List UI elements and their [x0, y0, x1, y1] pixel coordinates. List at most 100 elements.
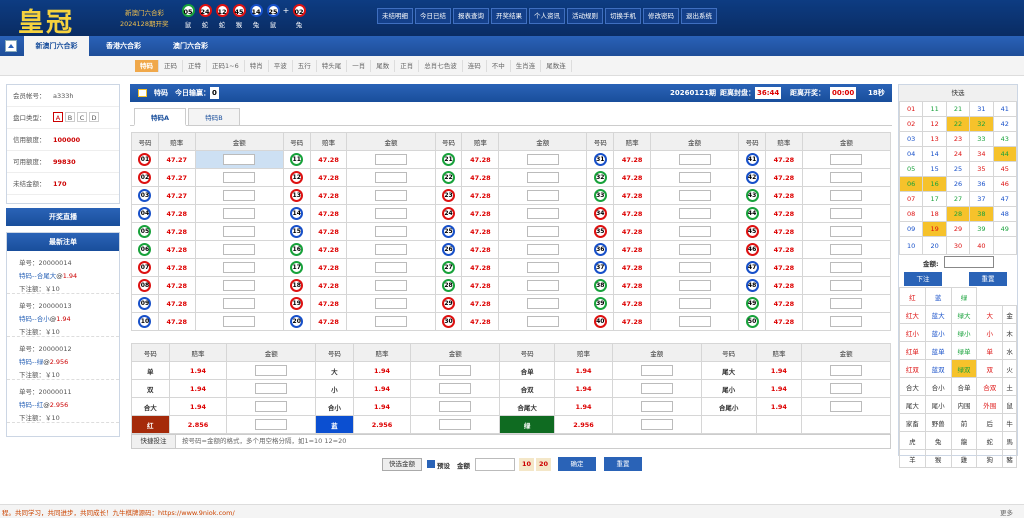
sub-tab[interactable]: 尾数连: [541, 60, 572, 72]
amount-input[interactable]: [526, 244, 559, 255]
amount-input[interactable]: [223, 262, 256, 273]
option-amount-input[interactable]: [640, 383, 673, 394]
amount-input[interactable]: [374, 316, 407, 327]
amount-input[interactable]: [830, 208, 863, 219]
number-ball[interactable]: 06: [138, 243, 152, 256]
group-option[interactable]: 家畜: [899, 413, 926, 432]
quick-number[interactable]: 29: [945, 221, 971, 237]
sub-tab[interactable]: 尾数: [371, 60, 396, 72]
option-amount-input[interactable]: [830, 383, 863, 394]
number-ball[interactable]: 46: [745, 243, 759, 256]
group-option[interactable]: 前: [950, 413, 978, 432]
number-ball[interactable]: 14: [290, 207, 304, 220]
option-amount-input[interactable]: [640, 419, 673, 430]
quick-number[interactable]: 18: [922, 206, 947, 222]
group-option[interactable]: 土: [1002, 377, 1017, 396]
pan-option[interactable]: D: [89, 112, 99, 122]
quick-number[interactable]: 32: [969, 116, 994, 132]
amount-input[interactable]: [830, 154, 863, 165]
group-option[interactable]: 红大: [899, 305, 926, 324]
group-option[interactable]: 小: [976, 323, 1004, 342]
quick-number[interactable]: 01: [898, 101, 924, 117]
lottery-tab[interactable]: 澳门六合彩: [158, 36, 223, 56]
number-ball[interactable]: 44: [745, 207, 759, 220]
option-name[interactable]: 合尾小: [700, 397, 757, 416]
nav-item[interactable]: 个人资讯: [529, 8, 565, 24]
option-name[interactable]: 绿: [499, 415, 556, 434]
sub-tab[interactable]: 正特: [183, 60, 207, 72]
group-option[interactable]: 水: [1002, 341, 1017, 360]
number-ball[interactable]: 13: [290, 189, 304, 202]
lottery-tab[interactable]: 新澳门六合彩: [24, 36, 89, 56]
amount-input[interactable]: [374, 298, 407, 309]
quick-number[interactable]: 33: [969, 131, 994, 147]
quick-number[interactable]: 03: [898, 131, 924, 147]
number-ball[interactable]: 19: [290, 297, 304, 310]
amount-input[interactable]: [374, 226, 407, 237]
quick-number[interactable]: 21: [945, 101, 971, 117]
amount-input[interactable]: [678, 316, 711, 327]
nav-item[interactable]: 活动规则: [567, 8, 603, 24]
quick-number[interactable]: 45: [992, 161, 1018, 177]
sub-tab[interactable]: 五行: [293, 60, 317, 72]
option-name[interactable]: 红: [131, 415, 170, 434]
quick-number[interactable]: 22: [945, 116, 971, 132]
group-option[interactable]: 红双: [899, 359, 926, 378]
quick-amount-input[interactable]: [944, 256, 994, 268]
quick-number[interactable]: 05: [898, 161, 924, 177]
amount-input[interactable]: [374, 154, 407, 165]
quick-number[interactable]: 08: [898, 206, 924, 222]
option-name[interactable]: 合小: [315, 397, 354, 416]
group-option[interactable]: 大: [976, 305, 1004, 324]
number-ball[interactable]: 21: [442, 153, 456, 166]
number-ball[interactable]: 30: [442, 315, 456, 328]
number-ball[interactable]: 05: [138, 225, 152, 238]
quick-reset-button[interactable]: 重置: [969, 272, 1007, 286]
group-option[interactable]: 木: [1002, 323, 1017, 342]
quick-number[interactable]: 47: [992, 191, 1018, 207]
quick-number[interactable]: 23: [945, 131, 971, 147]
sub-tab[interactable]: 特头尾: [317, 60, 348, 72]
quick-number[interactable]: 42: [992, 116, 1018, 132]
amount-input[interactable]: [830, 316, 863, 327]
quick-number[interactable]: 15: [922, 161, 947, 177]
quick-number[interactable]: 39: [969, 221, 994, 237]
number-ball[interactable]: 33: [593, 189, 607, 202]
group-option[interactable]: 绿单: [950, 341, 978, 360]
nav-item[interactable]: 报表查询: [453, 8, 489, 24]
nav-item[interactable]: 开奖结果: [491, 8, 527, 24]
quick-number[interactable]: 41: [992, 101, 1018, 117]
option-amount-input[interactable]: [830, 365, 863, 376]
quick-number[interactable]: 16: [922, 176, 947, 192]
amount-input[interactable]: [374, 280, 407, 291]
quick-number[interactable]: 34: [969, 146, 994, 162]
amount-input[interactable]: [678, 244, 711, 255]
amount-input[interactable]: [374, 262, 407, 273]
lottery-tab[interactable]: 香港六合彩: [91, 36, 156, 56]
group-option[interactable]: 野兽: [924, 413, 952, 432]
group-option[interactable]: 馬: [1002, 431, 1017, 450]
quick-number[interactable]: 26: [945, 176, 971, 192]
sub-tab[interactable]: 正肖: [395, 60, 420, 72]
option-name[interactable]: 蓝: [315, 415, 354, 434]
number-ball[interactable]: 03: [138, 189, 152, 202]
sub-tab[interactable]: 生肖连: [511, 60, 542, 72]
quick-number[interactable]: 13: [922, 131, 947, 147]
quick-number[interactable]: 48: [992, 206, 1018, 222]
option-amount-input[interactable]: [640, 365, 673, 376]
amount-input[interactable]: [526, 172, 559, 183]
amount-input[interactable]: [223, 208, 256, 219]
number-ball[interactable]: 15: [290, 225, 304, 238]
group-option[interactable]: 红单: [899, 341, 926, 360]
nav-item[interactable]: 退出系统: [681, 8, 717, 24]
amount-input[interactable]: [526, 280, 559, 291]
number-ball[interactable]: 29: [442, 297, 456, 310]
number-ball[interactable]: 26: [442, 243, 456, 256]
option-amount-input[interactable]: [255, 401, 288, 412]
amount-input[interactable]: [223, 226, 256, 237]
quick-number[interactable]: 20: [922, 236, 947, 255]
quick-number[interactable]: 25: [945, 161, 971, 177]
option-amount-input[interactable]: [640, 401, 673, 412]
pan-option[interactable]: C: [77, 112, 87, 122]
group-option[interactable]: 尾小: [924, 395, 952, 414]
